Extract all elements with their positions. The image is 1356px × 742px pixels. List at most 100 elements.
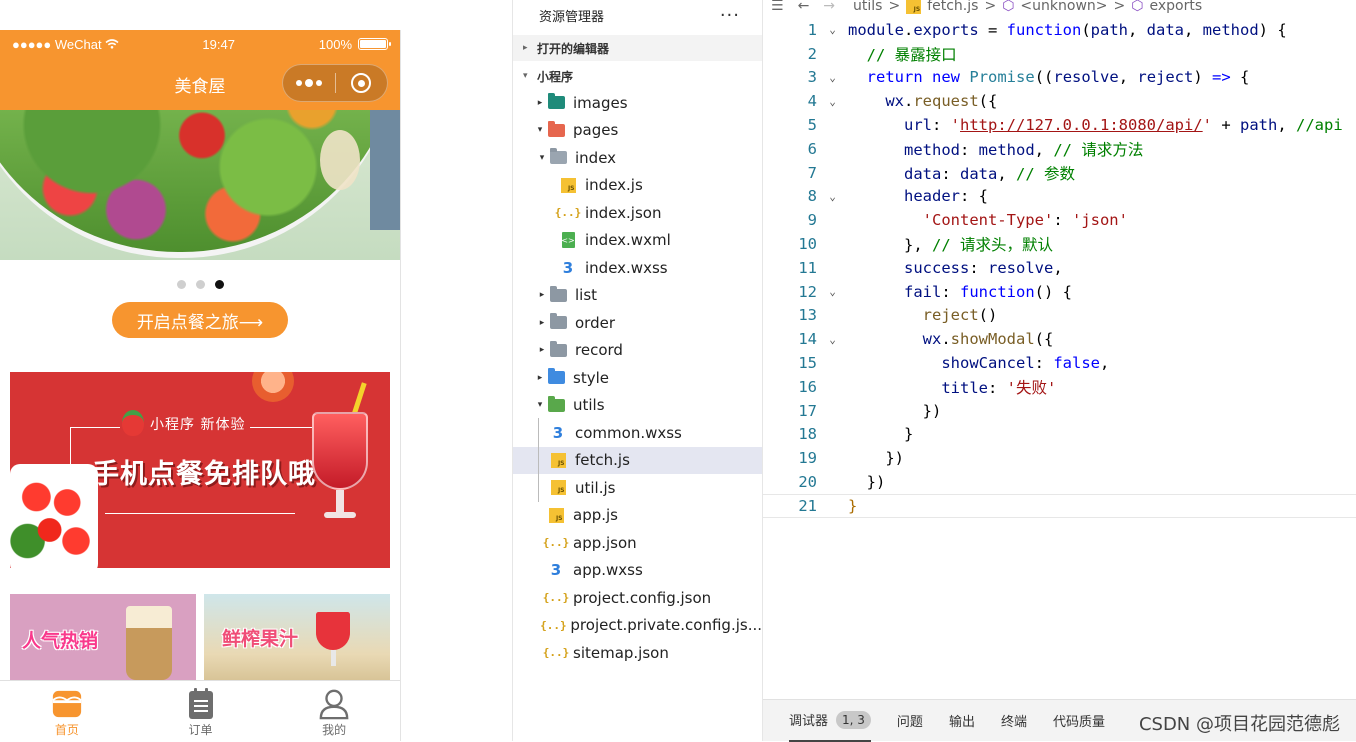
- carousel-dot[interactable]: [214, 279, 224, 289]
- code-line[interactable]: 13 reject(): [763, 304, 1356, 328]
- bottom-tab[interactable]: 终端: [1001, 700, 1027, 742]
- fold-chevron-icon[interactable]: ⌄: [817, 95, 848, 108]
- code-line[interactable]: 9 'Content-Type': 'json': [763, 208, 1356, 232]
- bottom-tab[interactable]: 输出: [949, 700, 975, 742]
- breadcrumb-separator: >: [984, 0, 997, 14]
- tile-hot-sales[interactable]: 人气热销: [10, 594, 196, 680]
- tab-orders[interactable]: 订单: [134, 681, 268, 741]
- tree-item[interactable]: {..} app.json: [513, 529, 762, 557]
- user-icon: [318, 687, 350, 721]
- tree-item[interactable]: ▸ list: [513, 282, 762, 310]
- start-ordering-button[interactable]: 开启点餐之旅⟶: [112, 302, 288, 338]
- cube-icon: ⬡: [1131, 0, 1144, 14]
- line-number: 9: [807, 211, 817, 230]
- fold-chevron-icon[interactable]: ⌄: [817, 190, 848, 203]
- tree-item[interactable]: ▾ pages: [513, 117, 762, 145]
- section-open-editors[interactable]: ▸ 打开的编辑器: [513, 35, 762, 61]
- phone-simulator: ●●●●● WeChat 19:47 100% 美食屋 开启点餐之旅⟶ 小程序 …: [0, 30, 401, 741]
- code-line[interactable]: 5 url: 'http://127.0.0.1:8080/api/' + pa…: [763, 113, 1356, 137]
- breadcrumb-item[interactable]: <unknown>: [1020, 0, 1107, 14]
- code-line[interactable]: 17 }): [763, 399, 1356, 423]
- breadcrumb-item[interactable]: fetch.js: [927, 0, 978, 14]
- tree-item[interactable]: JS fetch.js: [513, 446, 762, 474]
- fold-chevron-icon[interactable]: ⌄: [817, 23, 848, 36]
- tree-item[interactable]: {..} project.private.config.js...: [513, 612, 762, 640]
- tree-item[interactable]: ▸ record: [513, 337, 762, 365]
- tab-label: 首页: [54, 723, 79, 737]
- code-line[interactable]: 19 }): [763, 446, 1356, 470]
- tree-item[interactable]: {..} sitemap.json: [513, 639, 762, 667]
- promo-banner[interactable]: 小程序 新体验 手机点餐免排队哦: [10, 372, 390, 568]
- code-line[interactable]: 14 ⌄ wx.showModal({: [763, 327, 1356, 351]
- tree-item[interactable]: <> index.wxml: [513, 227, 762, 255]
- grapefruit-image: [252, 372, 294, 402]
- battery-percent: 100%: [318, 36, 352, 52]
- tab-profile[interactable]: 我的: [267, 681, 400, 741]
- tree-item-label: project.private.config.js...: [570, 616, 762, 635]
- code-text: }: [848, 425, 914, 444]
- bottom-tab[interactable]: 代码质量: [1053, 700, 1105, 742]
- code-area[interactable]: 1 ⌄ module.exports = function(path, data, …: [763, 18, 1356, 518]
- tree-item[interactable]: JS util.js: [513, 474, 762, 502]
- tree-item[interactable]: JS index.js: [513, 172, 762, 200]
- breadcrumb-item[interactable]: utils: [853, 0, 882, 14]
- tree-item[interactable]: ▾ index: [513, 144, 762, 172]
- js-file-icon: JS: [549, 452, 567, 468]
- code-text: success: resolve,: [904, 258, 1063, 277]
- code-line[interactable]: 10 }, // 请求头，默认: [763, 232, 1356, 256]
- line-number: 19: [798, 449, 817, 468]
- back-arrow-icon[interactable]: ←: [798, 0, 810, 14]
- tree-item[interactable]: 3 common.wxss: [513, 419, 762, 447]
- tile-fresh-juice[interactable]: 鲜榨果汁: [204, 594, 390, 680]
- bottom-tab[interactable]: 问题: [897, 700, 923, 742]
- tab-home[interactable]: 首页: [0, 681, 134, 741]
- tree-item-label: index.json: [585, 203, 662, 222]
- tree-item[interactable]: {..} project.config.json: [513, 584, 762, 612]
- code-line[interactable]: 15 showCancel: false,: [763, 351, 1356, 375]
- tree-item[interactable]: ▸ style: [513, 364, 762, 392]
- tree-item[interactable]: 3 index.wxss: [513, 254, 762, 282]
- folder-icon: [549, 313, 567, 331]
- carrier-label: ●●●●● WeChat: [12, 36, 102, 52]
- code-line[interactable]: 12 ⌄ fail: function() {: [763, 280, 1356, 304]
- fold-chevron-icon[interactable]: ⌄: [817, 333, 848, 346]
- fold-chevron-icon[interactable]: ⌄: [817, 71, 848, 84]
- tree-item[interactable]: ▾ utils: [513, 392, 762, 420]
- code-line[interactable]: 20 }): [763, 470, 1356, 494]
- tree-item[interactable]: {..} index.json: [513, 199, 762, 227]
- more-actions-button[interactable]: ···: [720, 5, 740, 26]
- carousel-dot[interactable]: [176, 279, 186, 289]
- explorer-panel: 资源管理器 ··· ▸ 打开的编辑器 ▾ 小程序 ▸ images ▾ pages ▾ i…: [512, 0, 763, 741]
- breadcrumb-item[interactable]: exports: [1149, 0, 1202, 14]
- code-line[interactable]: 8 ⌄ header: {: [763, 185, 1356, 209]
- folder-pages-icon: [547, 120, 565, 138]
- code-line[interactable]: 6 method: method, // 请求方法: [763, 137, 1356, 161]
- fold-chevron-icon[interactable]: ⌄: [817, 285, 848, 298]
- tree-item[interactable]: 3 app.wxss: [513, 557, 762, 585]
- code-line[interactable]: 11 success: resolve,: [763, 256, 1356, 280]
- indent-guide: [538, 418, 539, 502]
- bottom-tab[interactable]: 调试器 1, 3: [789, 700, 871, 742]
- tree-item-label: fetch.js: [575, 451, 630, 470]
- js-file-icon: JS: [906, 0, 922, 14]
- list-icon[interactable]: ☰: [771, 0, 784, 14]
- tree-item[interactable]: ▸ order: [513, 309, 762, 337]
- line-number: 14: [798, 330, 817, 349]
- tree-item[interactable]: ▸ images: [513, 89, 762, 117]
- code-line[interactable]: 7 data: data, // 参数: [763, 161, 1356, 185]
- code-line[interactable]: 18 }: [763, 423, 1356, 447]
- carousel-image[interactable]: [0, 110, 400, 260]
- code-line[interactable]: 21}: [763, 493, 1356, 518]
- carousel-dot[interactable]: [195, 279, 205, 289]
- more-button[interactable]: [283, 65, 335, 101]
- code-line[interactable]: 2 // 暴露接口: [763, 42, 1356, 66]
- code-text: }): [848, 473, 886, 492]
- code-line[interactable]: 4 ⌄ wx.request({: [763, 89, 1356, 113]
- forward-arrow-icon[interactable]: →: [823, 0, 835, 14]
- code-line[interactable]: 3 ⌄ return new Promise((resolve, reject) …: [763, 66, 1356, 90]
- code-line[interactable]: 16 title: '失败': [763, 375, 1356, 399]
- code-line[interactable]: 1 ⌄ module.exports = function(path, data, …: [763, 18, 1356, 42]
- section-project[interactable]: ▾ 小程序: [513, 63, 762, 89]
- close-miniprogram-button[interactable]: [336, 65, 388, 101]
- tree-item[interactable]: JS app.js: [513, 502, 762, 530]
